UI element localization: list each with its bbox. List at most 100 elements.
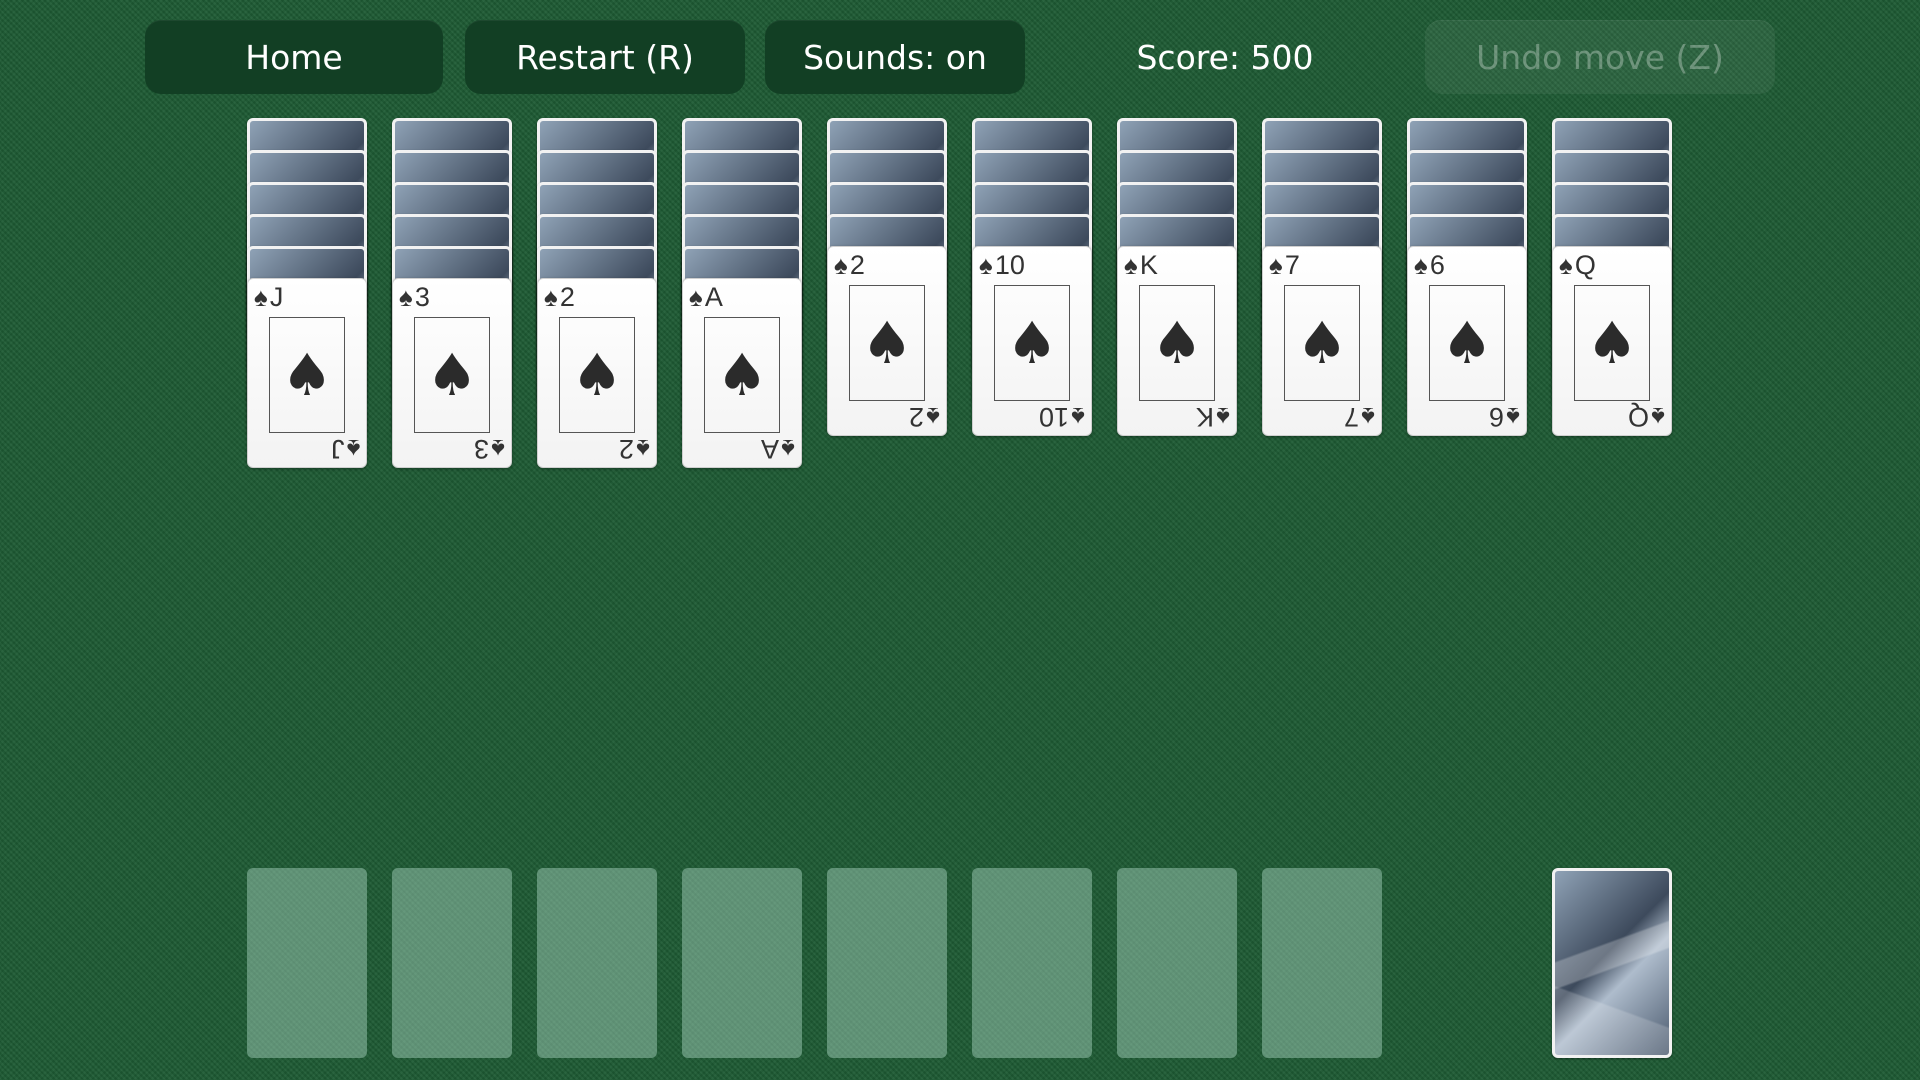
face-up-card[interactable]: ♠ A ♠ ♠ A: [682, 278, 802, 468]
spade-icon: ♠: [1559, 250, 1573, 280]
stock-pile[interactable]: [1552, 868, 1672, 1058]
card-corner-top: ♠ 7: [1269, 249, 1300, 281]
foundation-slot: [682, 868, 802, 1058]
card-center-frame: ♠: [1574, 285, 1650, 401]
face-up-card[interactable]: ♠ 2 ♠ ♠ 2: [537, 278, 657, 468]
card-center-frame: ♠: [559, 317, 635, 433]
face-up-card[interactable]: ♠ 2 ♠ ♠ 2: [827, 246, 947, 436]
card-rank: Q: [1574, 250, 1596, 280]
spade-icon: ♠: [636, 434, 650, 464]
foundation-slot: [392, 868, 512, 1058]
spade-icon: ♠: [346, 434, 360, 464]
spade-icon: ♠: [834, 250, 848, 280]
spade-icon: ♠: [1651, 402, 1665, 432]
spade-icon: ♠: [426, 341, 478, 409]
face-up-card[interactable]: ♠ K ♠ ♠ K: [1117, 246, 1237, 436]
spade-icon: ♠: [926, 402, 940, 432]
spade-icon: ♠: [1006, 309, 1058, 377]
face-up-card[interactable]: ♠ 6 ♠ ♠ 6: [1407, 246, 1527, 436]
face-up-card[interactable]: ♠ 10 ♠ ♠ 10: [972, 246, 1092, 436]
card-corner-top: ♠ 3: [399, 281, 430, 313]
card-rank: 2: [559, 282, 575, 312]
card-corner-bottom: ♠ 7: [1344, 401, 1375, 433]
spade-icon: ♠: [1269, 250, 1283, 280]
spade-icon: ♠: [1361, 402, 1375, 432]
spade-icon: ♠: [544, 282, 558, 312]
card-corner-top: ♠ 6: [1414, 249, 1445, 281]
spade-icon: ♠: [1151, 309, 1203, 377]
foundation-slot: [247, 868, 367, 1058]
card-rank: A: [704, 282, 723, 312]
card-rank: 6: [1429, 250, 1445, 280]
card-rank: 3: [474, 434, 490, 464]
score-display: Score: 500: [1136, 37, 1314, 77]
foundation-slot: [972, 868, 1092, 1058]
card-rank: 7: [1284, 250, 1300, 280]
card-rank: 6: [1489, 402, 1505, 432]
restart-button[interactable]: Restart (R): [465, 20, 745, 94]
foundation-slot: [1262, 868, 1382, 1058]
card-corner-bottom: ♠ 10: [1039, 401, 1085, 433]
undo-button[interactable]: Undo move (Z): [1425, 20, 1775, 94]
spade-icon: ♠: [979, 250, 993, 280]
card-center-frame: ♠: [704, 317, 780, 433]
card-center-frame: ♠: [269, 317, 345, 433]
spade-icon: ♠: [571, 341, 623, 409]
spade-icon: ♠: [1441, 309, 1493, 377]
spade-icon: ♠: [689, 282, 703, 312]
card-rank: 2: [619, 434, 635, 464]
card-corner-bottom: ♠ 6: [1489, 401, 1520, 433]
card-rank: K: [1139, 250, 1158, 280]
sounds-toggle-button[interactable]: Sounds: on: [765, 20, 1025, 94]
card-corner-top: ♠ K: [1124, 249, 1158, 281]
card-rank: 2: [909, 402, 925, 432]
card-rank: 10: [1039, 402, 1070, 432]
spade-icon: ♠: [781, 434, 795, 464]
card-rank: A: [761, 434, 780, 464]
face-up-card[interactable]: ♠ J ♠ ♠ J: [247, 278, 367, 468]
card-corner-top: ♠ 2: [544, 281, 575, 313]
card-corner-bottom: ♠ A: [761, 433, 795, 465]
home-button[interactable]: Home: [145, 20, 443, 94]
spade-icon: ♠: [281, 341, 333, 409]
card-center-frame: ♠: [414, 317, 490, 433]
card-corner-bottom: ♠ Q: [1628, 401, 1665, 433]
card-rank: 7: [1344, 402, 1360, 432]
spade-icon: ♠: [1586, 309, 1638, 377]
card-corner-top: ♠ 10: [979, 249, 1025, 281]
spade-icon: ♠: [1071, 402, 1085, 432]
card-corner-bottom: ♠ 3: [474, 433, 505, 465]
card-rank: Q: [1628, 402, 1650, 432]
spade-icon: ♠: [1506, 402, 1520, 432]
card-rank: J: [269, 282, 284, 312]
card-corner-top: ♠ Q: [1559, 249, 1596, 281]
foundation-slot: [1117, 868, 1237, 1058]
face-up-card[interactable]: ♠ 3 ♠ ♠ 3: [392, 278, 512, 468]
spade-icon: ♠: [1296, 309, 1348, 377]
card-center-frame: ♠: [1429, 285, 1505, 401]
spade-icon: ♠: [399, 282, 413, 312]
card-center-frame: ♠: [1139, 285, 1215, 401]
card-rank: K: [1196, 402, 1215, 432]
card-center-frame: ♠: [994, 285, 1070, 401]
card-center-frame: ♠: [1284, 285, 1360, 401]
card-corner-bottom: ♠ J: [331, 433, 360, 465]
card-rank: J: [330, 434, 345, 464]
foundation-slot: [827, 868, 947, 1058]
spade-icon: ♠: [1216, 402, 1230, 432]
foundation-slot: [537, 868, 657, 1058]
face-up-card[interactable]: ♠ 7 ♠ ♠ 7: [1262, 246, 1382, 436]
card-corner-top: ♠ J: [254, 281, 283, 313]
spade-icon: ♠: [1414, 250, 1428, 280]
spade-icon: ♠: [254, 282, 268, 312]
face-up-card[interactable]: ♠ Q ♠ ♠ Q: [1552, 246, 1672, 436]
card-corner-bottom: ♠ K: [1196, 401, 1230, 433]
spade-icon: ♠: [1124, 250, 1138, 280]
spade-icon: ♠: [491, 434, 505, 464]
card-corner-top: ♠ 2: [834, 249, 865, 281]
card-corner-bottom: ♠ 2: [909, 401, 940, 433]
card-rank: 10: [994, 250, 1025, 280]
card-corner-top: ♠ A: [689, 281, 723, 313]
card-rank: 3: [414, 282, 430, 312]
card-corner-bottom: ♠ 2: [619, 433, 650, 465]
